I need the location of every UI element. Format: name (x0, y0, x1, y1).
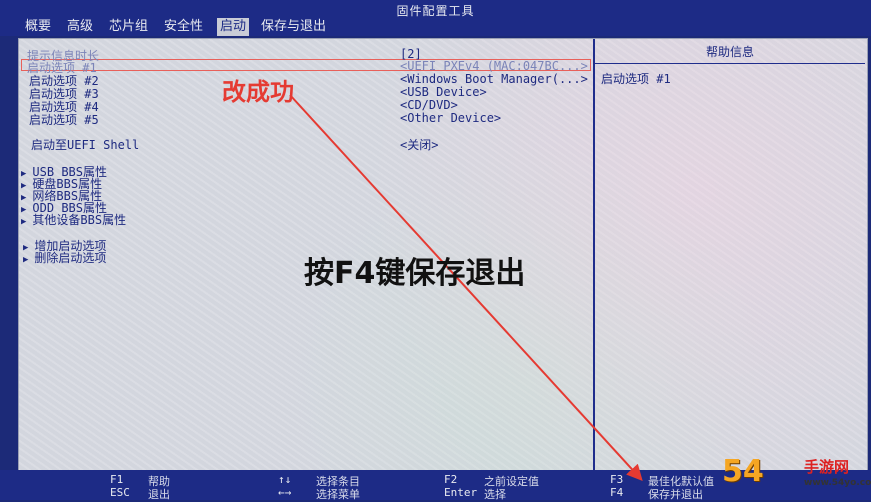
esc-key: ESC (110, 486, 130, 499)
boot-option-1-value[interactable]: <UEFI PXEv4 (MAC:047BC...> (400, 59, 588, 73)
uefi-shell-value[interactable]: <关闭> (400, 136, 438, 153)
watermark-number: 54 (722, 454, 764, 489)
updown-key: ↑↓ (278, 473, 292, 486)
submenu-other-bbs[interactable]: ▶ 其他设备BBS属性 (21, 211, 126, 228)
leftright-key: ←→ (278, 486, 292, 499)
triangle-right-icon: ▶ (21, 217, 27, 227)
tab-boot[interactable]: 启动 (217, 18, 250, 36)
f4-key: F4 (610, 486, 624, 499)
f2-key: F2 (444, 473, 458, 486)
boot-option-5-value[interactable]: <Other Device> (400, 111, 501, 125)
panel-divider (593, 39, 595, 471)
menu-bar: 概要 高级 芯片组 安全性 启动 保存与退出 (0, 18, 871, 36)
tab-advanced[interactable]: 高级 (64, 18, 96, 36)
bios-screen: 固件配置工具 概要 高级 芯片组 安全性 启动 保存与退出 提示信息时长 [2]… (0, 0, 871, 501)
boot-option-5-label[interactable]: 启动选项 #5 (29, 111, 99, 128)
help-text: 启动选项 #1 (601, 72, 671, 86)
watermark-url: www.54yo.com (804, 478, 871, 488)
boot-option-4-value[interactable]: <CD/DVD> (400, 98, 458, 112)
site-watermark: 54 手游网 www.54yo.com (720, 452, 871, 498)
boot-option-2-value[interactable]: <Windows Boot Manager(...> (400, 72, 588, 86)
watermark-brand: 手游网 (804, 458, 850, 476)
triangle-right-icon: ▶ (23, 255, 29, 265)
submenu-other-bbs-label: 其他设备BBS属性 (32, 213, 127, 227)
f3-key: F3 (610, 473, 624, 486)
boot-option-3-value[interactable]: <USB Device> (400, 85, 487, 99)
uefi-shell-label[interactable]: 启动至UEFI Shell (31, 136, 139, 153)
help-header: 帮助信息 (595, 41, 865, 64)
tab-save-exit[interactable]: 保存与退出 (258, 18, 329, 36)
enter-key: Enter (444, 486, 478, 499)
tab-chipset[interactable]: 芯片组 (106, 18, 151, 36)
delete-boot-option[interactable]: ▶ 删除启动选项 (23, 249, 106, 266)
tab-security[interactable]: 安全性 (161, 18, 206, 36)
f1-key: F1 (110, 473, 124, 486)
delete-boot-option-label: 删除启动选项 (34, 251, 107, 265)
annotation-success-text: 改成功 (222, 78, 294, 106)
tab-overview[interactable]: 概要 (22, 18, 54, 36)
annotation-press-f4-text: 按F4键保存退出 (304, 256, 526, 291)
